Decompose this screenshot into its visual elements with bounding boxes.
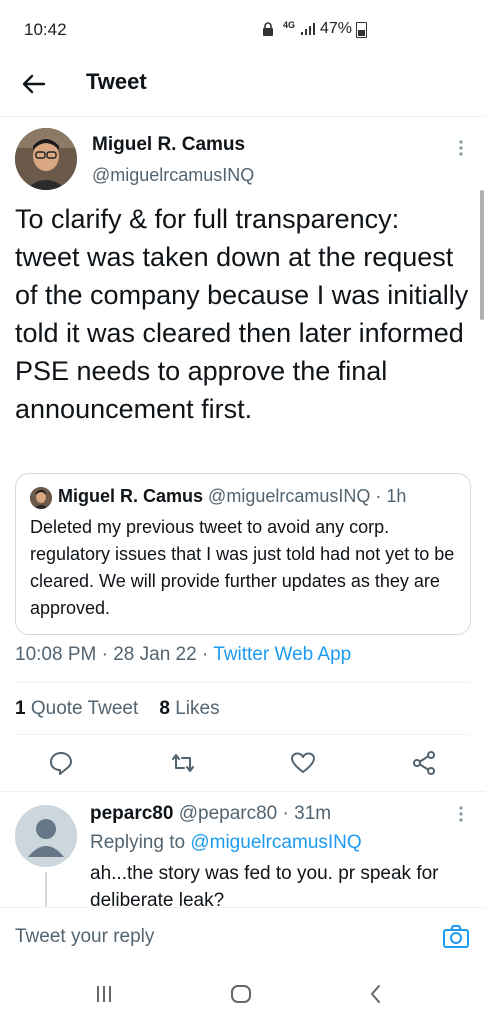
top-app-bar [0, 60, 485, 117]
quoted-author-avatar [30, 487, 52, 509]
reply-age: 31m [294, 803, 332, 824]
status-time: 10:42 [24, 20, 67, 39]
replying-to: Replying to @miguelrcamusINQ [90, 832, 362, 853]
share-icon[interactable] [411, 750, 437, 776]
more-icon[interactable] [454, 138, 468, 158]
home-icon[interactable] [229, 982, 253, 1006]
battery-icon [356, 22, 367, 38]
signal-icon [300, 22, 316, 36]
tweet-source[interactable]: Twitter Web App [213, 644, 351, 665]
divider [15, 682, 470, 683]
quoted-author-name: Miguel R. Camus [58, 486, 204, 506]
likes-stat[interactable]: 8 Likes [159, 698, 219, 719]
status-bar [0, 0, 485, 60]
back-arrow-icon[interactable] [20, 70, 48, 98]
tweet-time: 10:08 PM [15, 644, 97, 665]
battery-percent: 47% [320, 20, 353, 37]
network-type: 4G [283, 20, 296, 30]
author-avatar[interactable] [15, 128, 77, 190]
reply-icon[interactable] [48, 750, 74, 776]
quoted-age: 1h [386, 486, 407, 506]
reply-author-handle[interactable]: @peparc80 [179, 803, 278, 824]
more-icon[interactable] [454, 804, 468, 824]
camera-icon[interactable] [442, 924, 470, 950]
reply-author-name[interactable]: peparc80 [90, 803, 173, 824]
back-icon[interactable] [364, 982, 388, 1006]
tweet-text: To clarify & for full transparency: twee… [15, 204, 469, 424]
author-handle[interactable]: @miguelrcamusINQ [92, 165, 254, 186]
tweet-meta: 10:08 PM · 28 Jan 22 · Twitter Web App [15, 644, 352, 665]
reply-text: ah...the story was fed to you. pr speak … [90, 863, 439, 911]
quoted-header: Miguel R. Camus @miguelrcamusINQ · 1h [58, 486, 407, 506]
quoted-author-handle: @miguelrcamusINQ [208, 486, 371, 506]
divider [0, 791, 485, 792]
scrollbar[interactable] [480, 190, 484, 320]
quoted-text: Deleted my previous tweet to avoid any c… [30, 517, 455, 618]
reply-input[interactable]: Tweet your reply [15, 926, 154, 948]
tweet-date: 28 Jan 22 [113, 644, 197, 665]
page-title: Tweet [86, 69, 147, 94]
reply-header: peparc80 @peparc80 · 31m [90, 803, 332, 824]
quote-tweets-stat[interactable]: 1 Quote Tweet [15, 698, 138, 719]
author-name[interactable]: Miguel R. Camus [92, 134, 245, 156]
divider [15, 734, 470, 735]
retweet-icon[interactable] [170, 750, 196, 776]
reply-avatar[interactable] [15, 805, 77, 867]
thread-line [45, 872, 47, 908]
recent-apps-icon[interactable] [92, 982, 116, 1006]
tweet-stats: 1 Quote Tweet 8 Likes [15, 698, 220, 720]
like-icon[interactable] [290, 750, 316, 776]
lock-icon [262, 22, 274, 37]
replying-to-link[interactable]: @miguelrcamusINQ [190, 832, 361, 853]
